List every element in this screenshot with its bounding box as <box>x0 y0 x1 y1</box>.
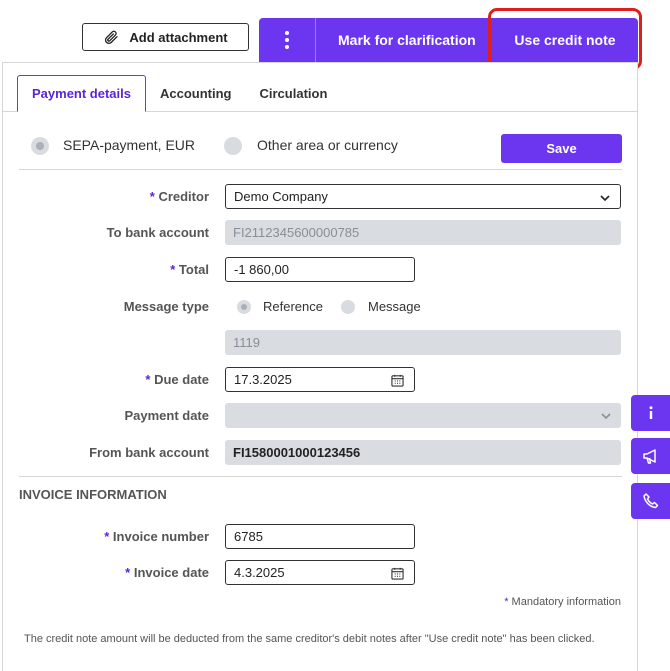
add-attachment-button[interactable]: Add attachment <box>82 23 249 51</box>
contact-button[interactable] <box>631 483 670 519</box>
invoice-number-input[interactable]: 6785 <box>225 524 415 549</box>
reference-radio[interactable] <box>237 300 251 314</box>
to-bank-account-field: FI2112345600000785 <box>225 220 621 245</box>
chevron-down-icon <box>600 195 610 202</box>
more-actions-button[interactable] <box>259 18 316 62</box>
tab-bar: Payment details Accounting Circulation <box>17 75 341 112</box>
reference-label: Reference <box>263 299 323 314</box>
use-credit-note-label: Use credit note <box>514 32 616 48</box>
total-value: -1 860,00 <box>234 262 289 277</box>
creditor-value: Demo Company <box>234 189 328 204</box>
invoice-number-value: 6785 <box>234 529 263 544</box>
mark-for-clarification-button[interactable]: Mark for clarification <box>316 18 476 62</box>
calendar-icon[interactable] <box>391 567 404 580</box>
megaphone-icon <box>642 449 656 464</box>
announcements-button[interactable] <box>631 438 670 474</box>
tab-accounting[interactable]: Accounting <box>146 75 246 112</box>
use-credit-note-button[interactable]: Use credit note <box>492 18 638 62</box>
creditor-label: * Creditor <box>149 189 209 204</box>
other-currency-radio[interactable] <box>224 137 242 155</box>
required-marker: * <box>125 565 131 580</box>
info-button[interactable] <box>631 395 670 431</box>
payment-date-select[interactable] <box>225 403 621 428</box>
paperclip-icon <box>105 30 119 45</box>
invoice-date-label: * Invoice date <box>125 565 209 580</box>
payment-panel: Payment details Accounting Circulation S… <box>2 62 638 671</box>
sepa-payment-radio[interactable] <box>31 137 49 155</box>
payment-date-label: Payment date <box>124 408 209 423</box>
divider <box>19 476 622 477</box>
to-bank-account-value: FI2112345600000785 <box>233 225 360 240</box>
required-marker: * <box>145 372 151 387</box>
from-bank-account-value: FI1580001000123456 <box>233 445 361 460</box>
phone-icon <box>642 493 658 509</box>
required-marker: * <box>104 529 110 544</box>
reference-field: 1119 <box>225 330 621 355</box>
credit-note-footnote: The credit note amount will be deducted … <box>24 633 595 645</box>
other-currency-label: Other area or currency <box>257 137 398 153</box>
tab-payment-details[interactable]: Payment details <box>17 75 146 112</box>
info-icon <box>649 406 652 419</box>
total-input[interactable]: -1 860,00 <box>225 257 415 282</box>
required-marker: * <box>149 189 155 204</box>
creditor-select[interactable]: Demo Company <box>225 184 621 209</box>
chevron-down-icon <box>601 413 611 420</box>
kebab-icon <box>285 31 289 49</box>
required-marker: * <box>170 262 176 277</box>
save-label: Save <box>546 141 577 156</box>
add-attachment-label: Add attachment <box>129 29 228 45</box>
message-radio[interactable] <box>341 300 355 314</box>
sepa-payment-label: SEPA-payment, EUR <box>63 137 196 153</box>
invoice-date-value: 4.3.2025 <box>234 565 285 580</box>
due-date-value: 17.3.2025 <box>234 372 292 387</box>
from-bank-account-label: From bank account <box>89 445 209 460</box>
from-bank-account-field: FI1580001000123456 <box>225 440 621 465</box>
save-button[interactable]: Save <box>501 134 622 163</box>
calendar-icon[interactable] <box>391 374 404 387</box>
due-date-input[interactable]: 17.3.2025 <box>225 367 415 392</box>
tab-circulation[interactable]: Circulation <box>246 75 342 112</box>
message-label: Message <box>368 299 421 314</box>
invoice-date-input[interactable]: 4.3.2025 <box>225 560 415 585</box>
divider <box>19 169 622 170</box>
invoice-section-title: INVOICE INFORMATION <box>19 487 167 502</box>
mandatory-note: * Mandatory information <box>504 596 621 608</box>
total-label: * Total <box>170 262 209 277</box>
message-type-label: Message type <box>123 299 209 314</box>
to-bank-account-label: To bank account <box>106 225 209 240</box>
invoice-number-label: * Invoice number <box>104 529 209 544</box>
mark-for-clarification-label: Mark for clarification <box>338 32 476 48</box>
due-date-label: * Due date <box>145 372 209 387</box>
reference-value: 1119 <box>233 335 260 350</box>
